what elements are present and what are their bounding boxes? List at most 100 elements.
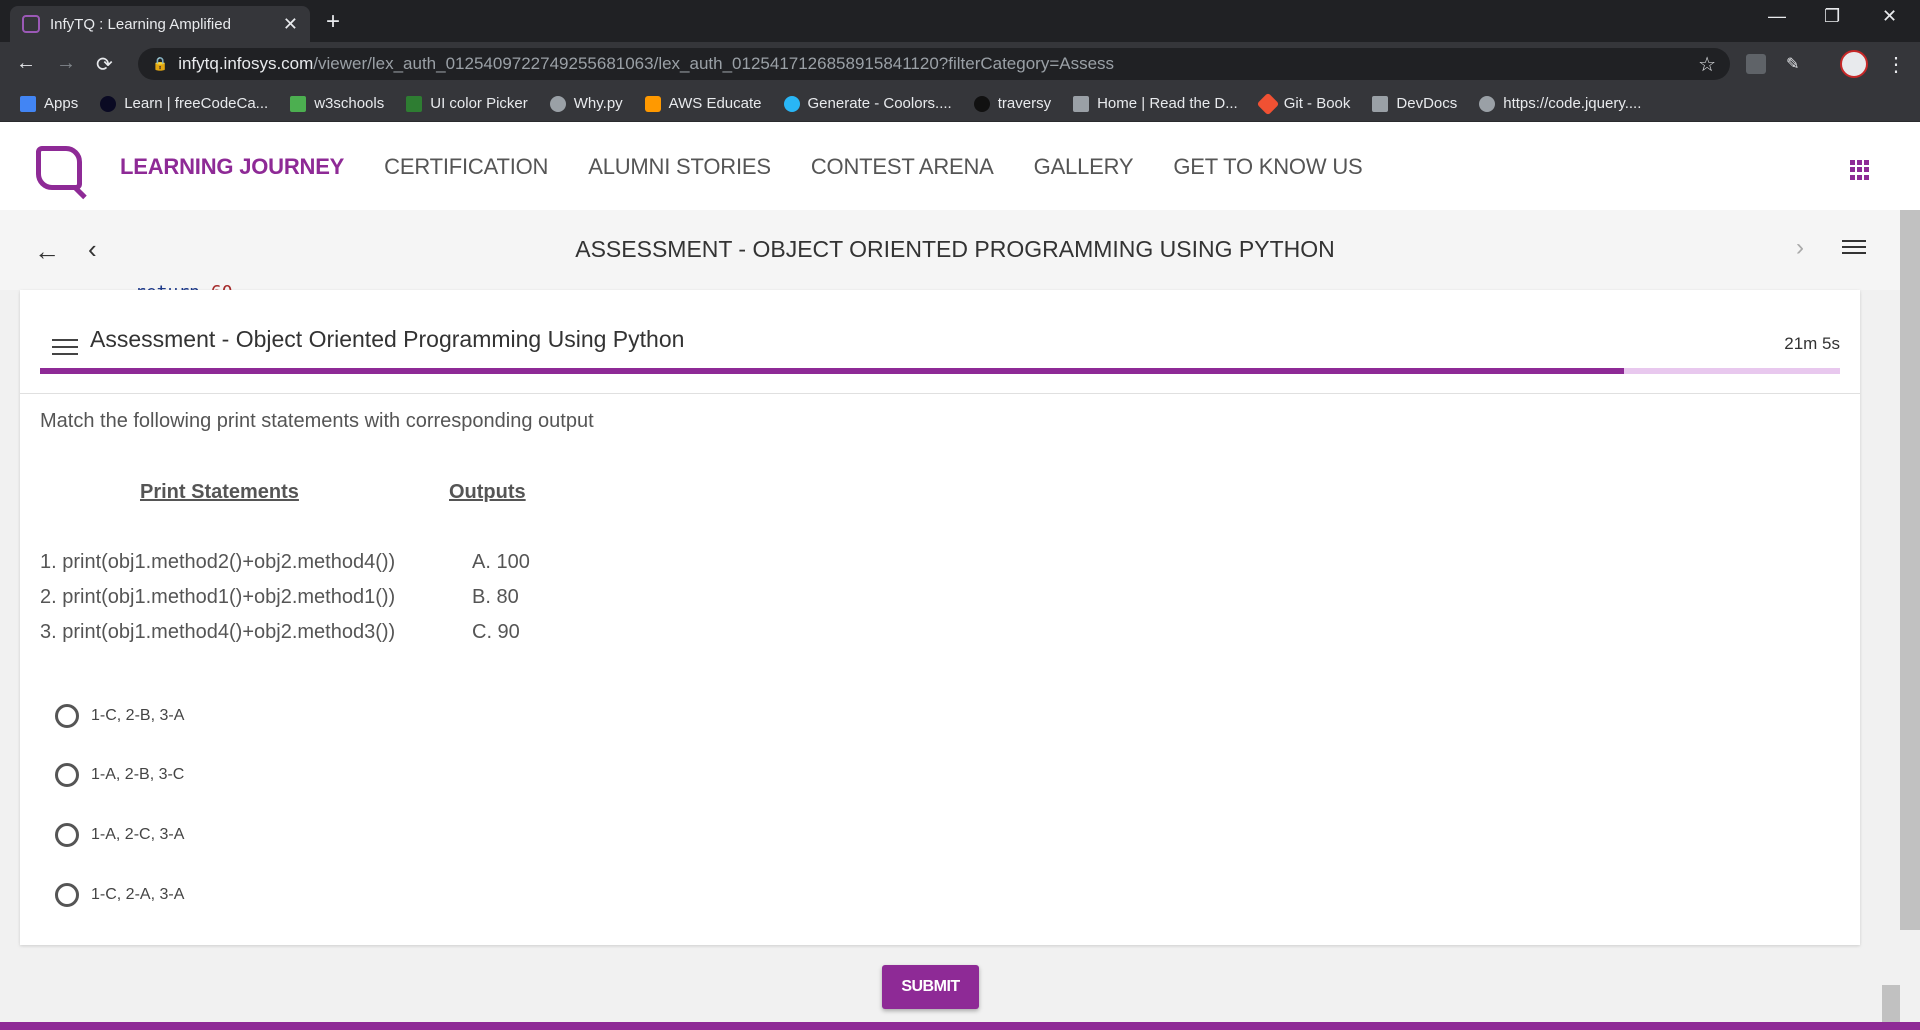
output-b: B. 80: [472, 586, 519, 608]
browser-tab[interactable]: InfyTQ : Learning Amplified ✕: [10, 6, 310, 42]
bookmark-label: Home | Read the D...: [1097, 95, 1238, 112]
minimize-icon[interactable]: —: [1768, 6, 1786, 27]
infytq-favicon-icon: [22, 15, 40, 33]
lock-icon: 🔒: [152, 56, 169, 71]
address-bar[interactable]: 🔒 infytq.infosys.com /viewer/lex_auth_01…: [138, 48, 1730, 80]
git-icon: [1256, 92, 1280, 115]
globe-icon: [1479, 95, 1496, 112]
url-host: infytq.infosys.com: [178, 54, 314, 73]
freecodecamp-icon: [100, 95, 117, 112]
answer-option-1[interactable]: 1-C, 2-B, 3-A: [55, 704, 184, 728]
menu-icon[interactable]: [1842, 236, 1866, 258]
bookmark-label: traversy: [997, 95, 1052, 112]
outputs-header: Outputs: [449, 481, 526, 503]
pen-extension-icon[interactable]: ✎: [1786, 54, 1806, 74]
nav-learning-journey[interactable]: LEARNING JOURNEY: [120, 154, 344, 180]
site-header: LEARNING JOURNEY CERTIFICATION ALUMNI ST…: [0, 122, 1920, 210]
bookmark-devdocs[interactable]: DevDocs: [1372, 95, 1457, 112]
browser-tab-bar: InfyTQ : Learning Amplified ✕ + — ❐ ✕: [0, 0, 1920, 42]
question-menu-icon[interactable]: [52, 334, 78, 360]
readthedocs-icon: [1073, 95, 1090, 112]
apps-icon: [20, 95, 36, 112]
nav-certification[interactable]: CERTIFICATION: [384, 154, 548, 180]
viewer-bar: ← ‹ ASSESSMENT - OBJECT ORIENTED PROGRAM…: [0, 210, 1920, 290]
bookmark-star-icon[interactable]: ☆: [1698, 52, 1716, 77]
statement-2: 2. print(obj1.method1()+obj2.method1()): [40, 586, 396, 608]
radio-button[interactable]: [55, 763, 79, 787]
bookmarks-bar: Apps Learn | freeCodeCa... w3schools UI …: [0, 86, 1920, 122]
infytq-logo[interactable]: [36, 146, 82, 190]
bookmark-label: https://code.jquery....: [1503, 95, 1642, 112]
bookmark-coolors[interactable]: Generate - Coolors....: [783, 95, 952, 112]
nav-alumni-stories[interactable]: ALUMNI STORIES: [588, 154, 771, 180]
bookmark-label: UI color Picker: [430, 95, 528, 112]
viewer-title: ASSESSMENT - OBJECT ORIENTED PROGRAMMING…: [575, 236, 1335, 262]
output-a: A. 100: [472, 551, 530, 573]
option-label: 1-A, 2-C, 3-A: [91, 826, 185, 843]
nav-get-to-know-us[interactable]: GET TO KNOW US: [1173, 154, 1362, 180]
apps-grid-icon[interactable]: [1850, 160, 1870, 180]
bookmark-label: Git - Book: [1283, 95, 1351, 112]
output-c: C. 90: [472, 621, 520, 643]
option-label: 1-C, 2-A, 3-A: [91, 886, 185, 903]
bookmark-traversy[interactable]: traversy: [973, 95, 1052, 112]
answer-option-3[interactable]: 1-A, 2-C, 3-A: [55, 823, 184, 847]
bookmark-aws-educate[interactable]: AWS Educate: [644, 95, 762, 112]
new-tab-icon[interactable]: +: [326, 8, 340, 36]
progress-bar-fill: [40, 368, 1624, 374]
answer-option-4[interactable]: 1-C, 2-A, 3-A: [55, 883, 184, 907]
coolors-icon: [783, 95, 800, 112]
browser-menu-icon[interactable]: ⋮: [1886, 52, 1906, 77]
nav-gallery[interactable]: GALLERY: [1034, 154, 1134, 180]
next-chevron-icon[interactable]: ›: [1796, 234, 1804, 262]
bookmark-label: Generate - Coolors....: [807, 95, 952, 112]
bookmark-label: AWS Educate: [668, 95, 762, 112]
question-text: Match the following print statements wit…: [40, 410, 594, 432]
bookmark-label: DevDocs: [1396, 95, 1458, 112]
bookmark-label: Why.py: [573, 95, 623, 112]
main-nav: LEARNING JOURNEY CERTIFICATION ALUMNI ST…: [120, 154, 1402, 180]
bookmark-jquery[interactable]: https://code.jquery....: [1479, 95, 1641, 112]
profile-avatar[interactable]: [1840, 50, 1868, 78]
bookmark-label: Learn | freeCodeCa...: [124, 95, 269, 112]
color-picker-icon: [406, 95, 423, 112]
bookmark-read-the-docs[interactable]: Home | Read the D...: [1073, 95, 1238, 112]
close-window-icon[interactable]: ✕: [1882, 6, 1897, 27]
bookmark-w3schools[interactable]: w3schools: [290, 95, 384, 112]
globe-icon: [549, 95, 566, 112]
url-path: /viewer/lex_auth_012540972274925568106​3…: [313, 54, 1115, 73]
scrollbar-thumb[interactable]: [1900, 210, 1920, 930]
nav-contest-arena[interactable]: CONTEST ARENA: [811, 154, 994, 180]
bookmark-freecodecamp[interactable]: Learn | freeCodeCa...: [100, 95, 268, 112]
radio-button[interactable]: [55, 823, 79, 847]
close-tab-icon[interactable]: ✕: [283, 14, 298, 35]
bookmark-ui-color-picker[interactable]: UI color Picker: [406, 95, 528, 112]
print-statements-header: Print Statements: [140, 481, 299, 503]
radio-button[interactable]: [55, 704, 79, 728]
question-card: Assessment - Object Oriented Programming…: [20, 290, 1860, 945]
back-arrow-icon[interactable]: ←: [16, 52, 36, 75]
inner-scrollbar-thumb[interactable]: [1882, 985, 1900, 1025]
forward-arrow-icon[interactable]: →: [56, 52, 76, 75]
question-card-header: Assessment - Object Oriented Programming…: [20, 290, 1860, 394]
extension-icon[interactable]: [1746, 54, 1766, 74]
tab-title: InfyTQ : Learning Amplified: [50, 15, 231, 33]
aws-icon: [644, 95, 661, 112]
timer: 21m 5s: [1784, 334, 1840, 353]
devdocs-icon: [1372, 95, 1389, 112]
github-icon: [973, 95, 990, 112]
statement-3: 3. print(obj1.method4()+obj2.method3()): [40, 621, 396, 643]
bookmark-why-py[interactable]: Why.py: [549, 95, 623, 112]
reload-icon[interactable]: ⟳: [96, 52, 113, 77]
browser-toolbar: ← → ⟳ 🔒 infytq.infosys.com /viewer/lex_a…: [0, 42, 1920, 86]
option-label: 1-C, 2-B, 3-A: [91, 707, 185, 724]
restore-icon[interactable]: ❐: [1824, 6, 1840, 27]
radio-button[interactable]: [55, 883, 79, 907]
bookmark-git-book[interactable]: Git - Book: [1256, 92, 1351, 115]
statement-1: 1. print(obj1.method2()+obj2.method4()): [40, 551, 396, 573]
bookmark-label: Apps: [44, 95, 79, 112]
answer-option-2[interactable]: 1-A, 2-B, 3-C: [55, 763, 184, 787]
bottom-accent-line: [0, 1022, 1920, 1030]
submit-button[interactable]: SUBMIT: [882, 965, 979, 1009]
bookmark-apps[interactable]: Apps: [20, 95, 78, 112]
